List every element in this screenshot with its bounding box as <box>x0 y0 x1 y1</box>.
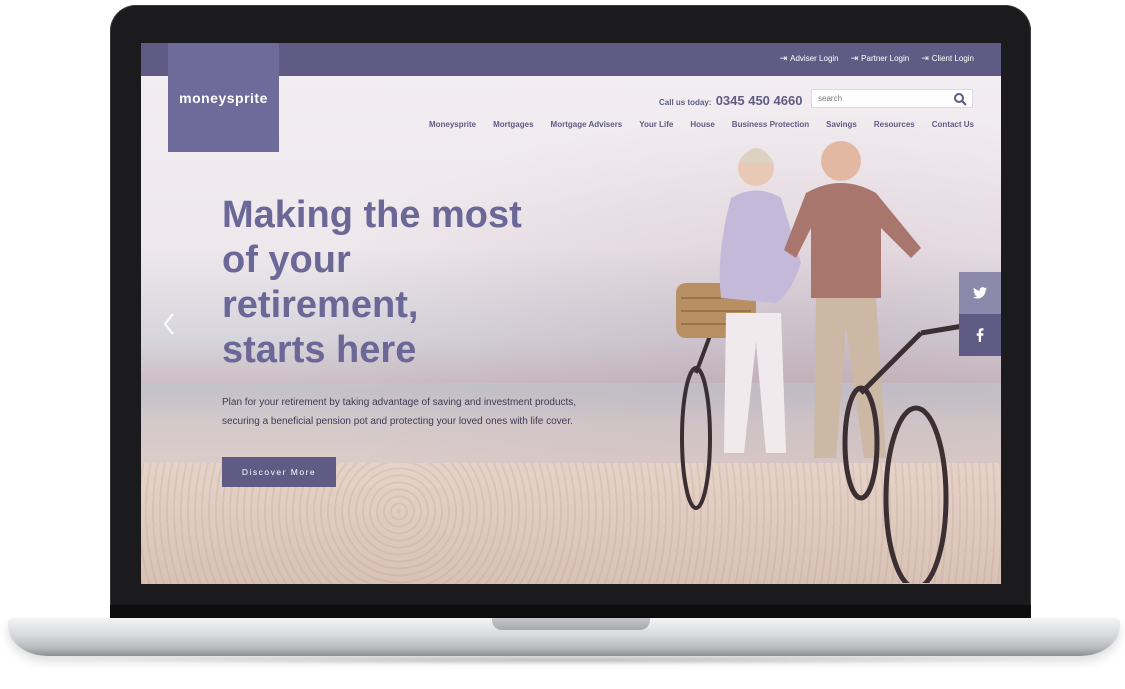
login-links: ⇥ Adviser Login ⇥ Partner Login ⇥ Client… <box>779 53 974 64</box>
login-icon: ⇥ <box>921 53 929 63</box>
hero-title-line: of your <box>222 239 351 281</box>
laptop-shadow <box>60 655 1070 665</box>
login-icon: ⇥ <box>779 53 788 63</box>
call-us: Call us today: 0345 450 4660 <box>659 93 802 108</box>
hero-text-line: securing a beneficial pension pot and pr… <box>222 416 573 427</box>
hero-title: Making the most of your retirement, star… <box>222 193 642 373</box>
laptop-mockup: ⇥ Adviser Login ⇥ Partner Login ⇥ Client… <box>0 0 1125 689</box>
twitter-icon <box>973 287 987 299</box>
call-label: Call us today: <box>659 98 712 107</box>
hero-text-line: Plan for your retirement by taking advan… <box>222 397 577 408</box>
logo[interactable]: moneysprite <box>168 43 279 152</box>
partner-login-link[interactable]: ⇥ Partner Login <box>850 53 910 64</box>
phone-number[interactable]: 0345 450 4660 <box>716 93 803 108</box>
client-login-link[interactable]: ⇥ Client Login <box>921 53 974 64</box>
hero-title-line: starts here <box>222 329 417 371</box>
nav-item-mortgages[interactable]: Mortgages <box>493 120 533 129</box>
discover-more-button[interactable]: Discover More <box>222 457 336 487</box>
website-screen: ⇥ Adviser Login ⇥ Partner Login ⇥ Client… <box>141 43 1001 584</box>
search-box <box>811 89 973 108</box>
laptop-hinge <box>110 605 1031 619</box>
nav-item-savings[interactable]: Savings <box>826 120 857 129</box>
adviser-login-link[interactable]: ⇥ Adviser Login <box>779 53 839 64</box>
client-login-label: Client Login <box>931 54 974 63</box>
facebook-button[interactable] <box>959 314 1001 356</box>
partner-login-label: Partner Login <box>861 54 910 63</box>
laptop-notch <box>492 618 650 630</box>
search-icon[interactable] <box>953 92 967 106</box>
main-nav: Moneysprite Mortgages Mortgage Advisers … <box>429 120 974 129</box>
nav-item-house[interactable]: House <box>690 120 714 129</box>
login-icon: ⇥ <box>850 53 859 63</box>
nav-item-business-protection[interactable]: Business Protection <box>732 120 809 129</box>
hero-title-line: retirement, <box>222 284 419 326</box>
nav-item-resources[interactable]: Resources <box>874 120 915 129</box>
hero-title-line: Making the most <box>222 194 522 236</box>
nav-item-your-life[interactable]: Your Life <box>639 120 673 129</box>
hero-photo <box>676 141 982 583</box>
nav-item-contact-us[interactable]: Contact Us <box>932 120 974 129</box>
social-links <box>959 272 1001 356</box>
chevron-left-icon[interactable] <box>161 311 177 337</box>
adviser-login-label: Adviser Login <box>790 54 839 63</box>
search-input[interactable] <box>818 92 938 105</box>
nav-item-moneysprite[interactable]: Moneysprite <box>429 120 476 129</box>
nav-item-mortgage-advisers[interactable]: Mortgage Advisers <box>551 120 623 129</box>
facebook-icon <box>976 328 984 342</box>
logo-text: moneysprite <box>179 89 268 106</box>
hero-description: Plan for your retirement by taking advan… <box>222 393 642 431</box>
twitter-button[interactable] <box>959 272 1001 314</box>
